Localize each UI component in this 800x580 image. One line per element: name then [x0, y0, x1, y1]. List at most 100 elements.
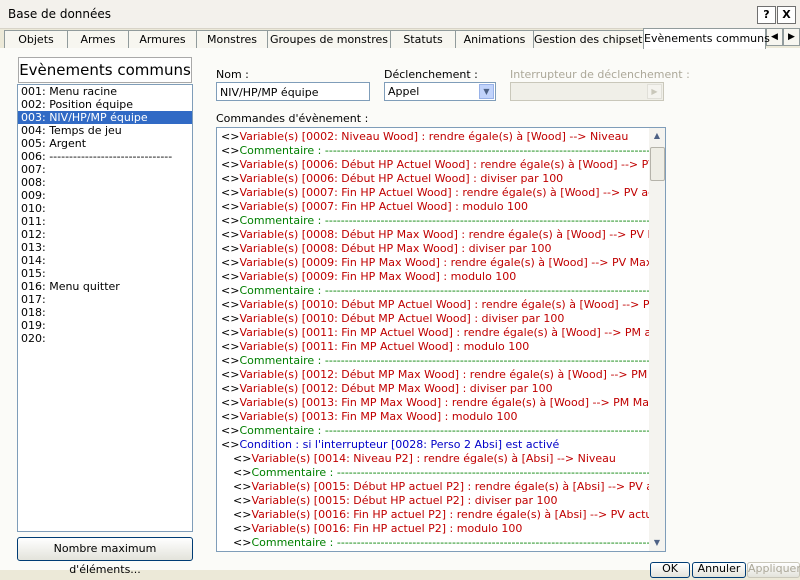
tab-armures[interactable]: Armures — [128, 30, 197, 48]
commands-list[interactable]: <>Variable(s) [0002: Niveau Wood] : rend… — [216, 127, 666, 552]
command-line[interactable]: <>Variable(s) [0006: Début HP Actuel Woo… — [217, 158, 649, 172]
command-prefix: <> — [221, 242, 240, 255]
command-text: Variable(s) [0012: Début MP Max Wood] : … — [239, 382, 553, 395]
trigger-value: Appel — [388, 85, 420, 98]
command-line[interactable]: <>Variable(s) [0006: Début HP Actuel Woo… — [217, 172, 649, 186]
command-text: Variable(s) [0008: Début HP Max Wood] : … — [239, 228, 649, 241]
command-line[interactable]: <>Variable(s) [0002: Niveau Wood] : rend… — [217, 130, 649, 144]
list-item[interactable]: 002: Position équipe — [18, 98, 192, 111]
command-prefix: <> — [221, 214, 240, 227]
list-item[interactable]: 005: Argent — [18, 137, 192, 150]
command-prefix: <> — [221, 410, 240, 423]
command-text: Variable(s) [0007: Fin HP Actuel Wood] :… — [239, 200, 529, 213]
list-item[interactable]: 010: — [18, 202, 192, 215]
tab-animations[interactable]: Animations — [455, 30, 534, 48]
tab-evenements-communs[interactable]: Evènements communs — [643, 28, 770, 49]
command-text: Variable(s) [0011: Fin MP Actuel Wood] :… — [239, 326, 649, 339]
tab-armes[interactable]: Armes — [67, 30, 129, 48]
trigger-label: Déclenchement : — [384, 68, 478, 81]
command-line[interactable]: <>Commentaire : ------------------------… — [217, 466, 649, 480]
command-text: Commentaire : --------------------------… — [239, 144, 649, 157]
command-line[interactable]: <>Commentaire : ------------------------… — [217, 354, 649, 368]
max-elements-button[interactable]: Nombre maximum d'éléments... — [17, 537, 193, 576]
tab-monstres[interactable]: Monstres — [196, 30, 268, 48]
command-line[interactable]: <>Variable(s) [0012: Début MP Max Wood] … — [217, 368, 649, 382]
command-text: Variable(s) [0015: Début HP actuel P2] :… — [251, 480, 649, 493]
command-line[interactable]: <>Variable(s) [0014: Niveau P2] : rendre… — [217, 452, 649, 466]
nom-input[interactable]: NIV/HP/MP équipe — [216, 82, 370, 101]
scroll-down-icon[interactable]: ▼ — [649, 535, 665, 551]
command-line[interactable]: <>Variable(s) [0007: Fin HP Actuel Wood]… — [217, 186, 649, 200]
list-item[interactable]: 014: — [18, 254, 192, 267]
command-line[interactable]: <>Variable(s) [0010: Début MP Actuel Woo… — [217, 312, 649, 326]
command-line[interactable]: <>Variable(s) [0015: Début HP actuel P2]… — [217, 494, 649, 508]
command-line[interactable]: <>Variable(s) [0013: Fin MP Max Wood] : … — [217, 410, 649, 424]
command-line[interactable]: <>Variable(s) [0015: Début HP actuel P2]… — [217, 480, 649, 494]
command-line[interactable]: <>Variable(s) [0008: Début HP Max Wood] … — [217, 242, 649, 256]
command-prefix: <> — [233, 522, 252, 535]
command-text: Variable(s) [0009: Fin HP Max Wood] : re… — [239, 256, 649, 269]
command-line[interactable]: <>Variable(s) [0012: Début MP Max Wood] … — [217, 382, 649, 396]
command-line[interactable]: <>Commentaire : ------------------------… — [217, 144, 649, 158]
command-line[interactable]: <>Commentaire : ------------------------… — [217, 214, 649, 228]
list-item[interactable]: 001: Menu racine — [18, 85, 192, 98]
list-item[interactable]: 008: — [18, 176, 192, 189]
tab-scroll-right-icon[interactable]: ▶ — [783, 28, 800, 46]
list-item[interactable]: 004: Temps de jeu — [18, 124, 192, 137]
command-line[interactable]: <>Variable(s) [0011: Fin MP Actuel Wood]… — [217, 326, 649, 340]
event-list[interactable]: 001: Menu racine 002: Position équipe 003:… — [17, 84, 193, 532]
command-text: Variable(s) [0009: Fin HP Max Wood] : mo… — [239, 270, 517, 283]
command-prefix: <> — [233, 480, 252, 493]
trigger-select[interactable]: Appel ▼ — [384, 82, 496, 101]
command-text: Variable(s) [0011: Fin MP Actuel Wood] :… — [239, 340, 530, 353]
command-line[interactable]: <>Commentaire : ------------------------… — [217, 424, 649, 438]
close-button[interactable]: X — [777, 6, 796, 24]
list-item[interactable]: 019: — [18, 319, 192, 332]
switch-select: ▶ — [510, 82, 664, 101]
command-line[interactable]: <>Variable(s) [0016: Fin HP actuel P2] :… — [217, 508, 649, 522]
list-item[interactable]: 020: — [18, 332, 192, 345]
tab-chipsets[interactable]: Gestion des chipsets — [533, 30, 648, 48]
list-item[interactable]: 013: — [18, 241, 192, 254]
tab-objets[interactable]: Objets — [4, 30, 68, 48]
command-line[interactable]: <>Variable(s) [0011: Fin MP Actuel Wood]… — [217, 340, 649, 354]
command-line[interactable]: <>Commentaire : ------------------------… — [217, 536, 649, 550]
commands-scrollbar[interactable]: ▲ ▼ — [649, 128, 665, 551]
command-line[interactable]: <>Condition : si l'interrupteur [0028: P… — [217, 438, 649, 452]
chevron-down-icon[interactable]: ▼ — [479, 84, 494, 99]
tab-groupes-monstres[interactable]: Groupes de monstres — [267, 30, 391, 48]
command-text: Variable(s) [0006: Début HP Actuel Wood]… — [239, 158, 649, 171]
command-line[interactable]: <>Variable(s) [0010: Début MP Actuel Woo… — [217, 298, 649, 312]
list-item[interactable]: 003: NIV/HP/MP équipe — [18, 111, 192, 124]
command-line[interactable]: <>Variable(s) [0008: Début HP Max Wood] … — [217, 228, 649, 242]
cancel-button[interactable]: Annuler — [692, 562, 746, 578]
command-line[interactable]: <>Variable(s) [0007: Fin HP Actuel Wood]… — [217, 200, 649, 214]
command-line[interactable]: <>Variable(s) [0016: Fin HP actuel P2] :… — [217, 522, 649, 536]
scroll-up-icon[interactable]: ▲ — [649, 128, 665, 144]
command-prefix: <> — [221, 424, 240, 437]
help-button[interactable]: ? — [757, 6, 776, 24]
tab-statuts[interactable]: Statuts — [390, 30, 456, 48]
command-line[interactable]: <>Variable(s) [0009: Fin HP Max Wood] : … — [217, 256, 649, 270]
list-item[interactable]: 018: — [18, 306, 192, 319]
list-item[interactable]: 017: — [18, 293, 192, 306]
list-item[interactable]: 007: — [18, 163, 192, 176]
command-prefix: <> — [221, 228, 240, 241]
list-item[interactable]: 015: — [18, 267, 192, 280]
apply-button[interactable]: Appliquer — [747, 562, 800, 578]
list-item[interactable]: 011: — [18, 215, 192, 228]
list-item[interactable]: 012: — [18, 228, 192, 241]
command-prefix: <> — [221, 368, 240, 381]
scroll-thumb[interactable] — [650, 147, 665, 181]
list-item[interactable]: 006: ------------------------------- — [18, 150, 192, 163]
command-prefix: <> — [221, 158, 240, 171]
command-line[interactable]: <>Commentaire : ------------------------… — [217, 284, 649, 298]
command-prefix: <> — [233, 536, 252, 549]
list-item[interactable]: 009: — [18, 189, 192, 202]
command-line[interactable]: <>Variable(s) [0013: Fin MP Max Wood] : … — [217, 396, 649, 410]
list-item[interactable]: 016: Menu quitter — [18, 280, 192, 293]
ok-button[interactable]: OK — [650, 562, 690, 578]
command-prefix: <> — [221, 256, 240, 269]
command-prefix: <> — [221, 284, 240, 297]
command-line[interactable]: <>Variable(s) [0009: Fin HP Max Wood] : … — [217, 270, 649, 284]
